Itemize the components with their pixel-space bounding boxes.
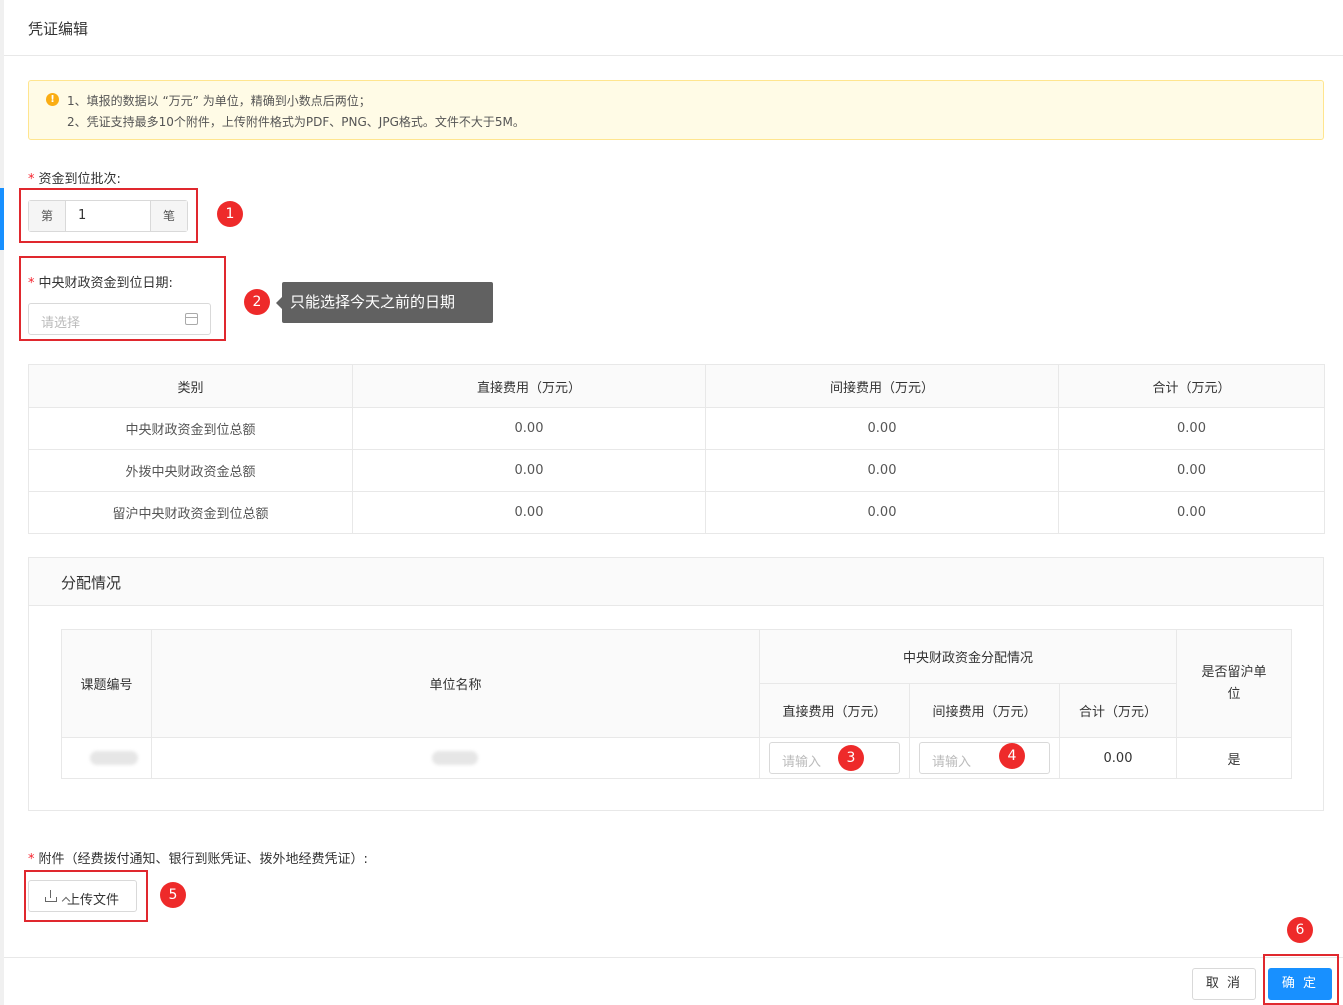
header-unit-name: 单位名称	[151, 629, 760, 738]
attachment-label-text: 附件（经费拨付通知、银行到账凭证、拨外地经费凭证）:	[38, 852, 368, 867]
batch-input[interactable]: 1	[66, 201, 150, 231]
header-retain: 是否留沪单位	[1176, 629, 1292, 738]
indirect-cost-placeholder: 请输入	[932, 755, 972, 770]
annotation-badge-5: 5	[160, 882, 186, 908]
notice-alert: ! 1、填报的数据以 “万元” 为单位，精确到小数点后两位； 2、凭证支持最多1…	[28, 80, 1324, 140]
summary-header-cell: 直接费用（万元）	[352, 364, 706, 408]
notice-line-1: 1、填报的数据以 “万元” 为单位，精确到小数点后两位；	[67, 94, 371, 108]
summary-table: 类别 直接费用（万元） 间接费用（万元） 合计（万元） 中央财政资金到位总额 0…	[28, 364, 1325, 534]
header-allocation-group: 中央财政资金分配情况	[759, 629, 1177, 684]
annotation-badge-3: 3	[838, 745, 864, 771]
date-tooltip: 只能选择今天之前的日期	[276, 282, 493, 323]
annotation-badge-2: 2	[244, 289, 270, 315]
table-cell: 中央财政资金到位总额	[28, 407, 353, 450]
cancel-button[interactable]: 取 消	[1192, 968, 1256, 1000]
allocation-header-row: 课题编号 单位名称 中央财政资金分配情况 是否留沪单位	[61, 629, 1292, 738]
table-cell: 0.00	[705, 449, 1059, 492]
upload-icon	[45, 890, 71, 906]
required-mark: *	[28, 172, 35, 187]
batch-suffix: 笔	[150, 201, 187, 231]
dialog-footer	[4, 957, 1343, 1005]
annotation-badge-6: 6	[1287, 917, 1313, 943]
allocation-title: 分配情况	[61, 574, 122, 592]
table-cell: 外拨中央财政资金总额	[28, 449, 353, 492]
allocation-table: 课题编号 单位名称 中央财政资金分配情况 是否留沪单位 直接费用（万元） 间接费…	[61, 629, 1292, 779]
attachment-label: * 附件（经费拨付通知、银行到账凭证、拨外地经费凭证）:	[28, 848, 368, 867]
upload-button-label: 上传文件	[67, 893, 120, 908]
table-cell: 0.00	[352, 407, 706, 450]
dialog-header: 凭证编辑	[4, 0, 1343, 56]
dialog-title: 凭证编辑	[28, 20, 89, 38]
table-cell: 0.00	[1058, 407, 1325, 450]
table-cell: 留沪中央财政资金到位总额	[28, 491, 353, 534]
table-cell: 0.00	[1058, 491, 1325, 534]
batch-input-group: 第 1 笔	[28, 200, 188, 232]
table-row: 留沪中央财政资金到位总额 0.00 0.00 0.00	[28, 491, 1325, 534]
batch-label: * 资金到位批次:	[28, 168, 121, 187]
required-mark: *	[28, 852, 35, 867]
date-picker[interactable]: 请选择	[28, 303, 211, 335]
allocation-card-header: 分配情况	[29, 558, 1323, 606]
summary-header-row: 类别 直接费用（万元） 间接费用（万元） 合计（万元）	[28, 364, 1325, 408]
header-indirect: 间接费用（万元）	[909, 683, 1060, 738]
table-row: 0.00 是	[61, 737, 1292, 779]
retain-cell: 是	[1176, 737, 1292, 779]
summary-header-cell: 合计（万元）	[1058, 364, 1325, 408]
confirm-button[interactable]: 确 定	[1268, 968, 1332, 1000]
warning-icon: !	[46, 93, 59, 106]
table-cell: 0.00	[705, 491, 1059, 534]
summary-header-cell: 类别	[28, 364, 353, 408]
total-cell: 0.00	[1059, 737, 1177, 779]
calendar-icon	[185, 313, 198, 325]
background-window-edge	[0, 0, 4, 1005]
summary-header-cell: 间接费用（万元）	[705, 364, 1059, 408]
table-row: 中央财政资金到位总额 0.00 0.00 0.00	[28, 407, 1325, 450]
annotation-badge-1: 1	[217, 201, 243, 227]
table-cell: 0.00	[352, 449, 706, 492]
batch-prefix: 第	[29, 201, 66, 231]
date-label-text: 中央财政资金到位日期:	[38, 276, 173, 291]
redacted-unit-name	[432, 751, 478, 765]
direct-cost-input[interactable]: 请输入	[769, 742, 900, 774]
table-cell: 0.00	[352, 491, 706, 534]
notice-line-2: 2、凭证支持最多10个附件，上传附件格式为PDF、PNG、JPG格式。文件不大于…	[67, 115, 525, 129]
batch-label-text: 资金到位批次:	[38, 172, 121, 187]
table-cell: 0.00	[1058, 449, 1325, 492]
date-label: * 中央财政资金到位日期:	[28, 272, 173, 291]
required-mark: *	[28, 276, 35, 291]
upload-button[interactable]: 上传文件	[28, 880, 137, 912]
annotation-badge-4: 4	[999, 743, 1025, 769]
indirect-cost-input[interactable]: 请输入	[919, 742, 1050, 774]
redacted-project-no	[90, 751, 138, 765]
header-direct: 直接费用（万元）	[759, 683, 910, 738]
date-placeholder: 请选择	[41, 316, 81, 331]
direct-cost-placeholder: 请输入	[782, 755, 822, 770]
header-total: 合计（万元）	[1059, 683, 1177, 738]
background-highlight	[0, 188, 4, 250]
table-cell: 0.00	[705, 407, 1059, 450]
header-project-no: 课题编号	[61, 629, 152, 738]
table-row: 外拨中央财政资金总额 0.00 0.00 0.00	[28, 449, 1325, 492]
